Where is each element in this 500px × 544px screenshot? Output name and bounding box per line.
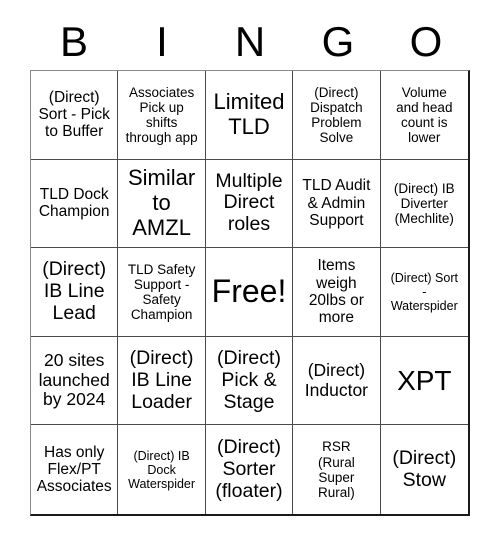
bingo-cell-label: Volume and head count is lower <box>396 84 453 145</box>
bingo-cell-label: (Direct) IB Line Lead <box>42 258 107 324</box>
bingo-cell[interactable]: Has only Flex/PT Associates <box>31 425 119 514</box>
bingo-cell-label: (Direct) Dispatch Problem Solve <box>310 84 363 145</box>
bingo-cell[interactable]: (Direct) Sort - Pick to Buffer <box>31 71 119 160</box>
bingo-cell-label: (Direct) Pick & Stage <box>217 346 281 413</box>
bingo-cell-free[interactable]: Free! <box>205 248 294 337</box>
bingo-cell[interactable]: Limited TLD <box>205 71 294 160</box>
bingo-cell-label: (Direct) IB Line Loader <box>129 346 194 413</box>
bingo-cell[interactable]: XPT <box>380 337 468 426</box>
bingo-cell-label: Items weigh 20lbs or more <box>308 257 364 327</box>
bingo-cell-label: (Direct) Sort - Waterspider <box>390 270 458 313</box>
bingo-cell[interactable]: Multiple Direct roles <box>205 159 294 249</box>
bingo-cell[interactable]: (Direct) Pick & Stage <box>205 336 294 426</box>
bingo-header-letter-g: G <box>321 18 355 65</box>
bingo-cell-label: TLD Audit & Admin Support <box>302 177 371 230</box>
bingo-cell[interactable]: (Direct) Inductor <box>293 336 381 426</box>
bingo-cell-label: 20 sites launched by 2024 <box>38 350 110 410</box>
bingo-cell[interactable]: Volume and head count is lower <box>380 71 468 160</box>
bingo-cell[interactable]: (Direct) IB Line Loader <box>118 336 206 426</box>
bingo-cell-label: (Direct) Inductor <box>304 360 368 400</box>
bingo-cell-label: TLD Dock Champion <box>38 186 110 221</box>
bingo-cell[interactable]: (Direct) Sort - Waterspider <box>380 248 468 337</box>
bingo-cell[interactable]: (Direct) IB Line Lead <box>31 248 119 337</box>
bingo-cell[interactable]: Similar to AMZL <box>118 159 206 249</box>
bingo-header-letter-n: N <box>234 18 266 65</box>
bingo-cell[interactable]: 20 sites launched by 2024 <box>31 336 119 426</box>
bingo-cell-label: (Direct) Sort - Pick to Buffer <box>38 88 110 141</box>
bingo-cell[interactable]: (Direct) IB Dock Waterspider <box>118 425 206 514</box>
bingo-cell[interactable]: (Direct) IB Diverter (Mechlite) <box>380 160 468 249</box>
bingo-cell-label: Has only Flex/PT Associates <box>36 443 112 496</box>
bingo-cell-label: Free! <box>211 273 287 310</box>
bingo-cell[interactable]: TLD Dock Champion <box>31 159 119 249</box>
bingo-cell[interactable]: (Direct) Stow <box>381 425 468 514</box>
bingo-cell-label: RSR (Rural Super Rural) <box>318 439 355 500</box>
bingo-header-letter-o: O <box>409 18 443 65</box>
bingo-cell[interactable]: TLD Audit & Admin Support <box>293 159 381 249</box>
bingo-cell[interactable]: Associates Pick up shifts through app <box>118 71 206 160</box>
bingo-cell-label: Associates Pick up shifts through app <box>125 84 198 145</box>
bingo-cell[interactable]: RSR (Rural Super Rural) <box>293 425 381 514</box>
bingo-cell-label: (Direct) Stow <box>392 446 457 491</box>
bingo-cell-label: TLD Safety Support - Safety Champion <box>127 261 196 323</box>
bingo-cell[interactable]: TLD Safety Support - Safety Champion <box>118 248 206 337</box>
bingo-cell-label: Multiple Direct roles <box>215 169 283 236</box>
bingo-cell[interactable]: Items weigh 20lbs or more <box>293 248 381 337</box>
bingo-cell-label: (Direct) IB Dock Waterspider <box>128 448 196 491</box>
bingo-cell[interactable]: (Direct) Sorter (floater) <box>206 425 294 514</box>
bingo-header-letter-i: I <box>156 18 168 65</box>
bingo-cell-label: Limited TLD <box>213 89 285 139</box>
bingo-cell-label: (Direct) IB Diverter (Mechlite) <box>393 180 455 226</box>
bingo-card: B I N G O (Direct) Sort - Pick to Buffer… <box>0 0 500 544</box>
bingo-cell-label: Similar to AMZL <box>127 165 196 240</box>
bingo-cell[interactable]: (Direct) Dispatch Problem Solve <box>293 71 381 160</box>
bingo-header-row: B I N G O <box>30 14 470 70</box>
bingo-grid: (Direct) Sort - Pick to Buffer Associates… <box>30 70 470 516</box>
bingo-header-letter-b: B <box>59 18 88 65</box>
bingo-cell-label: (Direct) Sorter (floater) <box>215 435 283 502</box>
bingo-cell-label: XPT <box>397 364 452 396</box>
